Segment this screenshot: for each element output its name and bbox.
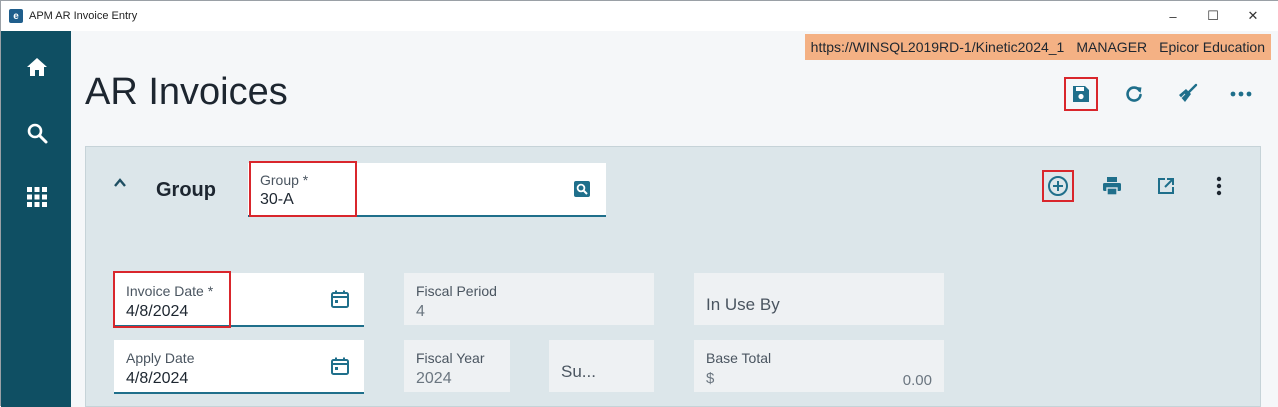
group-field[interactable]: Group * 30-A (248, 163, 606, 217)
base-total-currency: $ (706, 370, 715, 387)
group-field-label: Group * (260, 172, 309, 188)
fiscal-period-label: Fiscal Period (416, 283, 497, 299)
open-external-icon (1158, 178, 1174, 194)
window-title: APM AR Invoice Entry (29, 10, 138, 22)
main-content: https://WINSQL2019RD-1/Kinetic2024_1 MAN… (71, 31, 1278, 407)
maximize-button[interactable]: ☐ (1195, 5, 1231, 27)
base-total-label: Base Total (706, 350, 772, 366)
apps-grid-icon[interactable] (21, 181, 53, 213)
group-panel: Group Group * 30-A Invoice Date * 4/8/20… (85, 146, 1261, 407)
sidebar (1, 31, 71, 407)
calendar-icon[interactable] (330, 356, 350, 376)
minimize-button[interactable]: – (1155, 5, 1191, 27)
print-icon (1103, 177, 1121, 196)
env-company: Epicor Education (1159, 39, 1265, 55)
clear-broom-icon (1179, 83, 1198, 102)
clear-button[interactable] (1172, 79, 1202, 109)
refresh-button[interactable] (1119, 79, 1149, 109)
more-vertical-icon (1216, 176, 1222, 196)
apply-date-label: Apply Date (126, 350, 195, 366)
calendar-icon[interactable] (330, 289, 350, 309)
apply-date-field[interactable]: Apply Date 4/8/2024 (114, 340, 364, 394)
lookup-search-icon[interactable] (572, 179, 592, 199)
base-total-value: 0.00 (902, 372, 932, 389)
fiscal-period-value: 4 (416, 303, 425, 320)
invoice-date-value: 4/8/2024 (126, 303, 189, 320)
suffix-field: Su... (549, 340, 654, 392)
group-header: Group Group * 30-A (86, 147, 1262, 223)
home-icon[interactable] (21, 51, 53, 83)
save-icon (1073, 86, 1089, 102)
in-use-by-field: In Use By (694, 273, 944, 325)
suffix-label: Su... (561, 362, 596, 381)
open-external-button[interactable] (1152, 172, 1180, 200)
close-button[interactable]: ✕ (1235, 5, 1271, 27)
fiscal-period-field: Fiscal Period 4 (404, 273, 654, 325)
app-window: e APM AR Invoice Entry – ☐ ✕ https://WIN… (0, 0, 1278, 407)
invoice-date-label: Invoice Date * (126, 283, 214, 299)
print-button[interactable] (1098, 172, 1126, 200)
base-total-field: Base Total $ 0.00 (694, 340, 944, 392)
page-title: AR Invoices (85, 71, 288, 113)
app-logo-icon: e (9, 9, 23, 23)
apply-date-value: 4/8/2024 (126, 370, 189, 387)
more-options-button[interactable] (1226, 79, 1256, 109)
env-url: https://WINSQL2019RD-1/Kinetic2024_1 (810, 39, 1065, 55)
invoice-date-field[interactable]: Invoice Date * 4/8/2024 (114, 273, 364, 327)
add-new-button[interactable] (1042, 170, 1074, 202)
fiscal-year-value: 2024 (416, 370, 452, 387)
search-icon[interactable] (21, 117, 53, 149)
title-bar: e APM AR Invoice Entry – ☐ ✕ (1, 1, 1278, 31)
fiscal-year-field: Fiscal Year 2024 (404, 340, 510, 392)
environment-banner: https://WINSQL2019RD-1/Kinetic2024_1 MAN… (804, 34, 1271, 60)
in-use-by-label: In Use By (706, 295, 780, 314)
add-circle-icon (1048, 176, 1068, 196)
save-button[interactable] (1064, 77, 1098, 111)
group-field-value: 30-A (260, 191, 294, 208)
group-more-options-button[interactable] (1205, 172, 1233, 200)
chevron-up-icon[interactable] (112, 175, 128, 191)
group-section-label: Group (156, 179, 216, 201)
env-user: MANAGER (1076, 39, 1148, 55)
more-horizontal-icon (1230, 91, 1252, 97)
fiscal-year-label: Fiscal Year (416, 350, 485, 366)
refresh-icon (1126, 86, 1142, 102)
